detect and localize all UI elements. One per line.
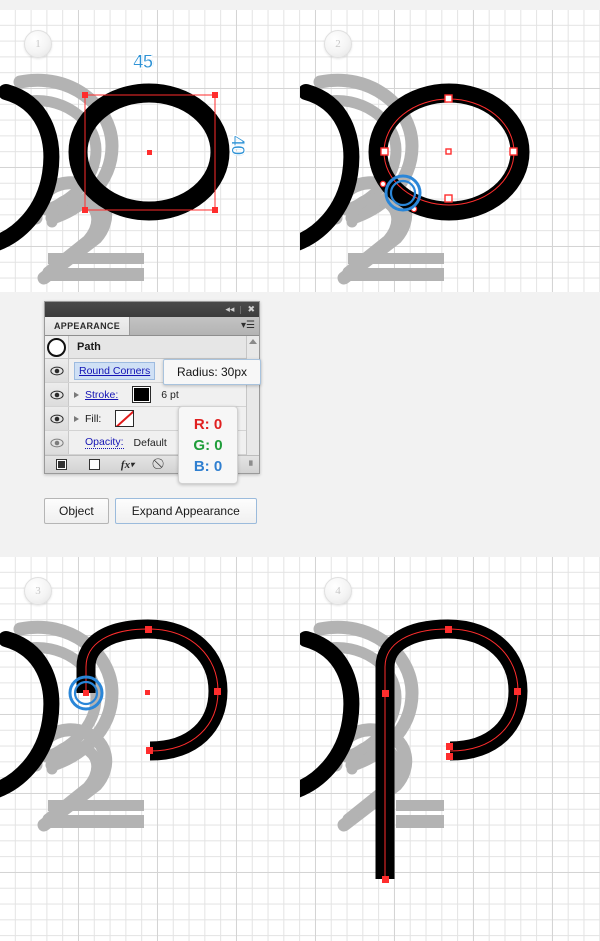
visibility-toggle-round-corners[interactable] xyxy=(45,359,69,382)
opacity-label[interactable]: Opacity: xyxy=(85,436,124,449)
expand-stroke-triangle[interactable] xyxy=(72,391,80,398)
ghost-glyph-black xyxy=(300,84,360,251)
tooltip-radius: Radius: 30px xyxy=(163,359,261,385)
tab-bar-filler: ▾☰ xyxy=(130,317,259,335)
canvas-row-top: 1 45 40 2 xyxy=(0,10,600,292)
stroke-color-swatch[interactable] xyxy=(132,386,152,403)
tooltip-radius-text: Radius: 30px xyxy=(176,365,248,379)
artwork-step-3 xyxy=(0,619,228,832)
close-icon[interactable]: ✖ xyxy=(247,305,255,314)
appearance-row-stroke[interactable]: Stroke: 6 pt xyxy=(45,383,259,407)
canvas-row-bottom: 3 4 xyxy=(0,557,600,941)
object-menu-button[interactable]: Object xyxy=(44,498,109,524)
eye-icon xyxy=(49,414,64,423)
step-badge-3: 3 xyxy=(24,577,52,605)
tooltip-rgb-green: G: 0 xyxy=(193,436,223,454)
tab-appearance[interactable]: APPEARANCE xyxy=(45,317,131,335)
ghost-glyph-black xyxy=(300,631,360,798)
round-corners-link[interactable]: Round Corners xyxy=(74,361,156,380)
step-3-panel: 3 xyxy=(0,557,300,941)
tooltip-rgb: R: 0 G: 0 B: 0 xyxy=(178,406,238,484)
eye-icon xyxy=(49,390,64,399)
ghost-glyph-black xyxy=(0,631,60,798)
panel-titlebar[interactable]: ◂◂ ✖ xyxy=(45,302,259,317)
step-2-panel: 2 xyxy=(300,10,600,292)
artwork-step-4 xyxy=(300,619,528,883)
titlebar-divider xyxy=(240,305,242,314)
collapse-double-arrow-icon[interactable]: ◂◂ xyxy=(225,305,234,314)
visibility-toggle-fill[interactable] xyxy=(45,407,69,430)
expand-fill-triangle[interactable] xyxy=(72,415,80,422)
clear-appearance-icon[interactable]: ⃠ xyxy=(144,458,177,471)
new-fill-icon[interactable] xyxy=(45,459,78,470)
panel-tab-bar[interactable]: APPEARANCE ▾☰ xyxy=(45,317,259,336)
stroke-weight-value[interactable]: 6 pt xyxy=(161,389,179,401)
chevron-right-icon xyxy=(73,391,79,398)
stroke-label[interactable]: Stroke: xyxy=(85,389,118,401)
scroll-up-arrow-icon[interactable] xyxy=(249,339,257,344)
measure-width-label: 45 xyxy=(132,52,153,74)
add-effect-fx-icon[interactable]: fx ▾ xyxy=(111,459,144,471)
fill-label: Fill: xyxy=(85,412,102,425)
screenshot-stage: 1 45 40 2 ◂◂ ✖ APPEARANCE ▾☰ Path Round … xyxy=(0,0,600,941)
fill-color-swatch-none[interactable] xyxy=(115,410,135,427)
expand-appearance-button[interactable]: Expand Appearance xyxy=(114,498,257,524)
chevron-right-icon xyxy=(73,415,79,422)
path-ring-icon xyxy=(47,337,66,357)
resize-grip-icon[interactable]: ▘ xyxy=(249,461,256,472)
measure-height-label: 40 xyxy=(226,135,248,155)
new-stroke-icon[interactable] xyxy=(78,459,111,470)
step-badge-4: 4 xyxy=(324,577,352,605)
tooltip-rgb-red: R: 0 xyxy=(193,415,223,433)
eye-icon-dim xyxy=(49,438,64,447)
panel-scrollbar[interactable] xyxy=(246,336,259,473)
tooltip-rgb-blue: B: 0 xyxy=(193,457,223,475)
panel-menu-icon[interactable]: ▾☰ xyxy=(241,321,255,331)
appearance-target-label: Path xyxy=(77,341,101,353)
step-badge-2: 2 xyxy=(324,30,352,58)
appearance-target-row[interactable]: Path xyxy=(45,336,259,359)
step-4-panel: 4 xyxy=(300,557,600,941)
top-margin-band xyxy=(0,0,600,10)
step-badge-1: 1 xyxy=(24,30,52,58)
eye-icon xyxy=(49,366,64,375)
opacity-value[interactable]: Default xyxy=(134,437,167,449)
visibility-toggle-opacity[interactable] xyxy=(45,431,69,454)
step-1-panel: 1 45 40 xyxy=(0,10,300,292)
path-thumbnail xyxy=(45,336,69,358)
menu-command-row: Object Expand Appearance xyxy=(44,498,257,524)
visibility-toggle-stroke[interactable] xyxy=(45,383,69,406)
ghost-glyph-black xyxy=(0,84,60,251)
